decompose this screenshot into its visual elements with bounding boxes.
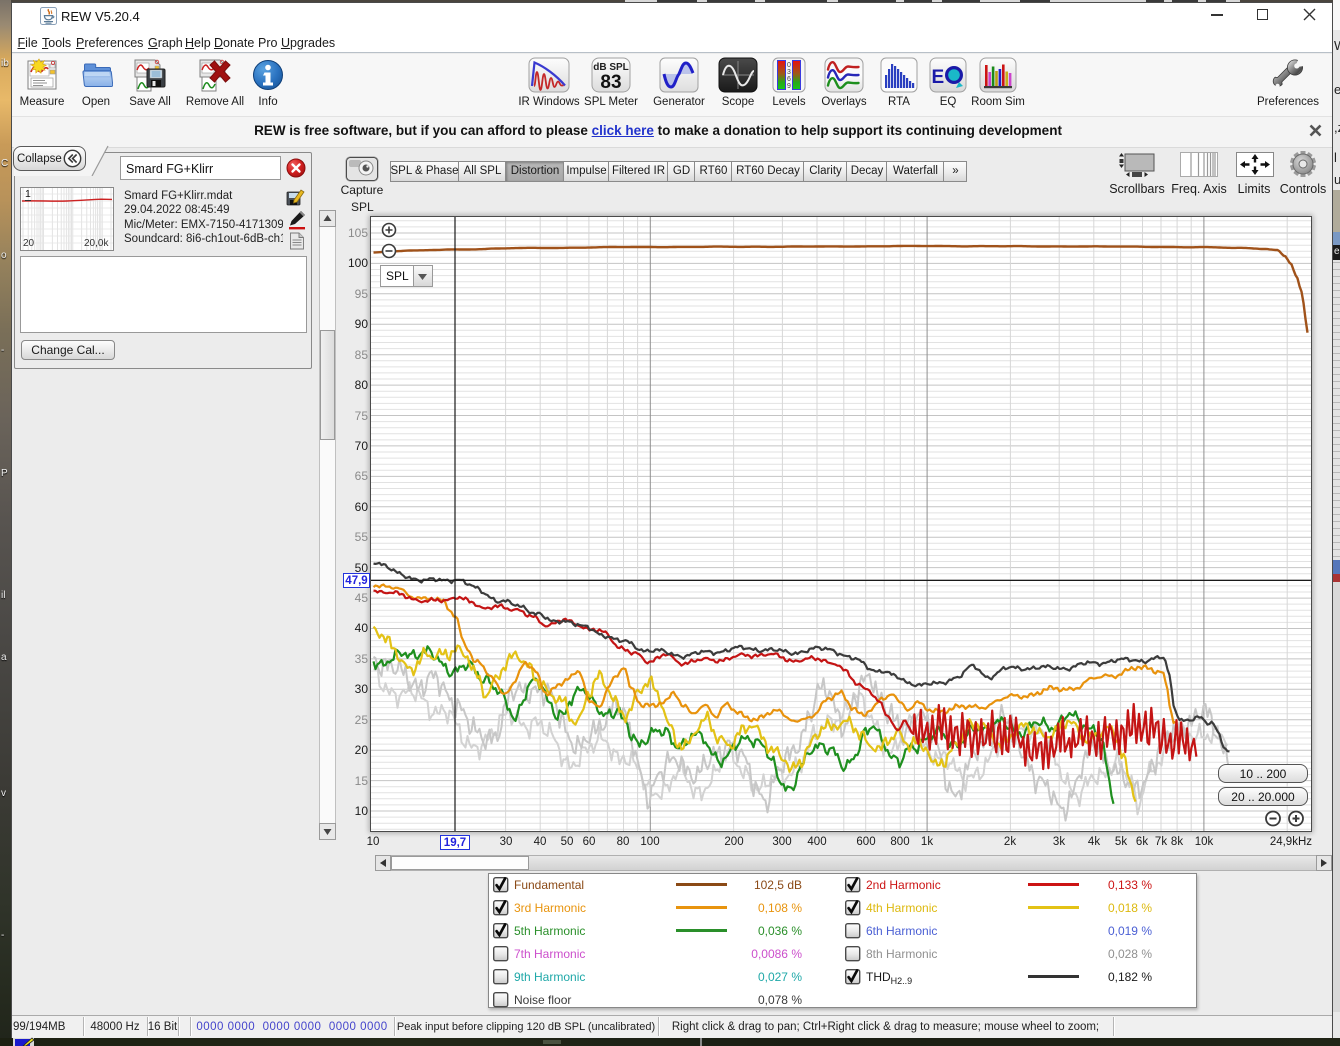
svg-text:0: 0 (787, 62, 791, 69)
svg-text:3: 3 (787, 69, 791, 76)
svg-text:9: 9 (787, 83, 791, 90)
svg-text:6: 6 (787, 76, 791, 83)
svg-text:83: 83 (600, 72, 621, 93)
svg-text:E: E (932, 67, 945, 88)
